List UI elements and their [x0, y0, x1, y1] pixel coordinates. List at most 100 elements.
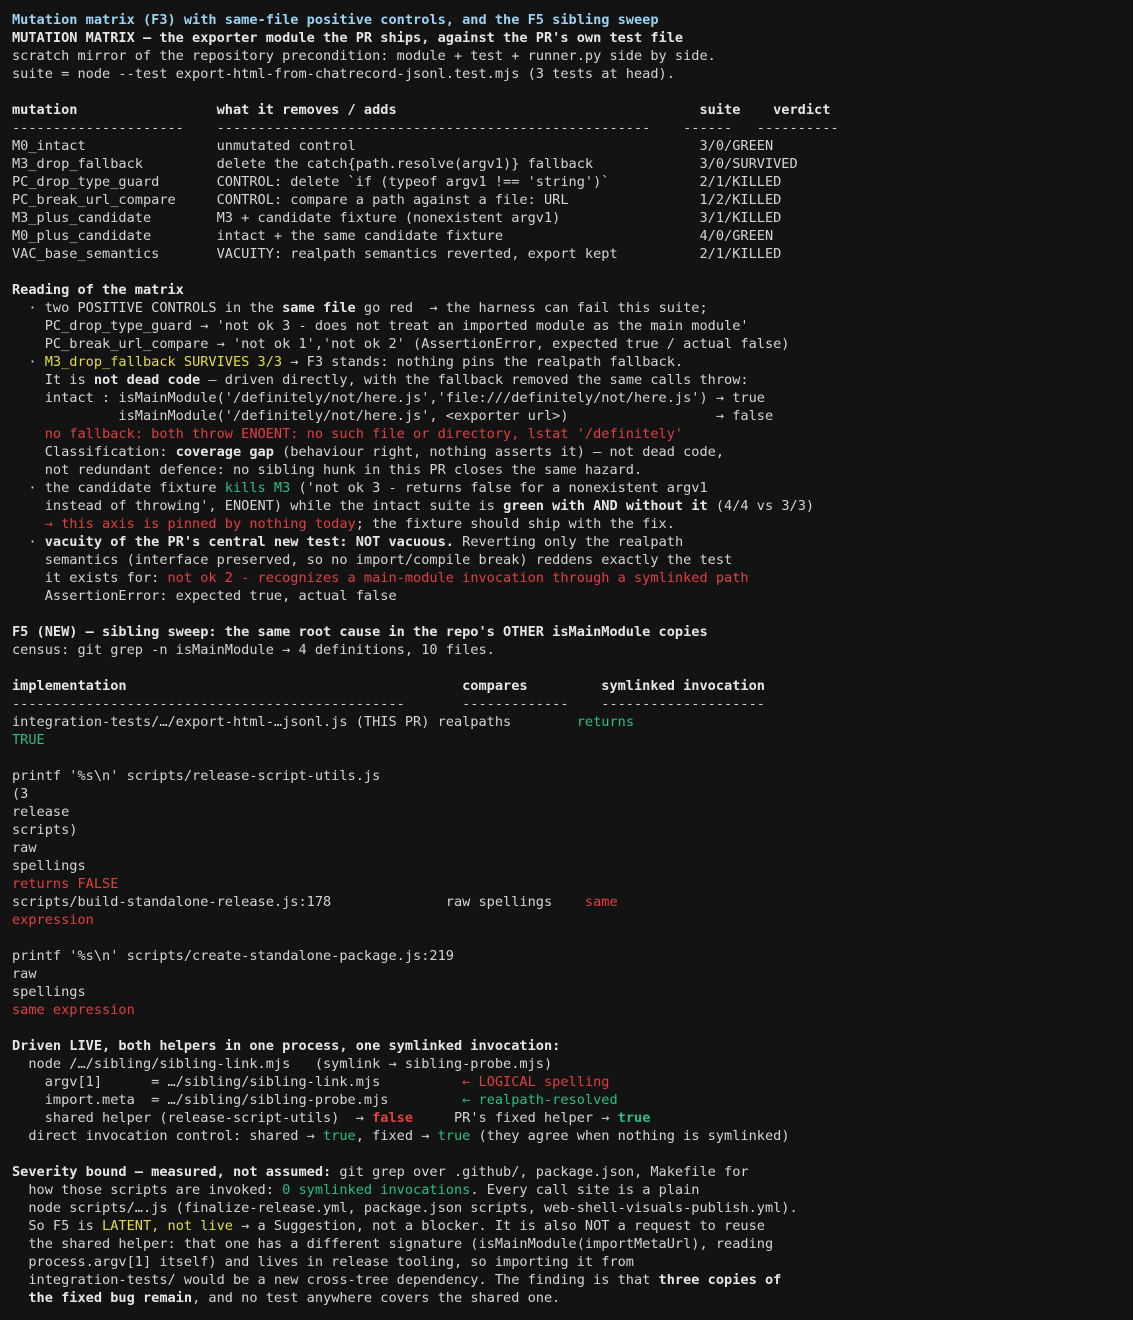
terminal-text: vacuity of the PR's central new test: NO…	[44, 534, 454, 550]
terminal-line: spellings	[12, 857, 1133, 875]
terminal-text: , fixed →	[355, 1128, 438, 1144]
terminal-text: not ok 2 - recognizes a main-module invo…	[167, 570, 749, 586]
terminal-text: printf '%s\n' scripts/release-script-uti…	[12, 768, 381, 784]
terminal-text: LATENT, not live	[102, 1218, 233, 1234]
terminal-text: scripts/build-standalone-release.js:178 …	[12, 894, 585, 910]
terminal-line: process.argv[1] itself) and lives in rel…	[12, 1253, 1133, 1271]
terminal-text: ----------------------------------------…	[12, 696, 765, 712]
terminal-text: git grep over .github/, package.json, Ma…	[331, 1164, 749, 1180]
terminal-line: implementation compares symlinked invoca…	[12, 677, 1133, 695]
terminal-text: Reverting only the realpath	[453, 534, 684, 550]
terminal-line: M0_intact unmutated control 3/0/GREEN	[12, 137, 1133, 155]
terminal-text: argv[1] = …/sibling/sibling-link.mjs	[12, 1074, 463, 1090]
terminal-text: false	[372, 1110, 414, 1126]
terminal-line: same expression	[12, 1001, 1133, 1019]
terminal-text: ; the fixture should ship with the fix.	[355, 516, 675, 532]
terminal-text: not redundant defence: no sibling hunk i…	[12, 462, 643, 478]
terminal-text: --------------------- ------------------…	[12, 120, 839, 136]
terminal-text: scratch mirror of the repository precond…	[12, 48, 716, 64]
terminal-text: (4/4 vs 3/3)	[707, 498, 815, 514]
terminal-line: AssertionError: expected true, actual fa…	[12, 587, 1133, 605]
terminal-text: true	[323, 1128, 356, 1144]
terminal-text: intact : isMainModule('/definitely/not/h…	[12, 390, 765, 406]
terminal-text: · two POSITIVE CONTROLS in the	[12, 300, 283, 316]
terminal-line: --------------------- ------------------…	[12, 119, 1133, 137]
terminal-line: no fallback: both throw ENOENT: no such …	[12, 425, 1133, 443]
terminal-line: suite = node --test export-html-from-cha…	[12, 65, 1133, 83]
terminal-line: instead of throwing', ENOENT) while the …	[12, 497, 1133, 515]
terminal-text: M3_drop_fallback delete the catch{path.r…	[12, 156, 798, 172]
terminal-line: semantics (interface preserved, so no im…	[12, 551, 1133, 569]
terminal-text: semantics (interface preserved, so no im…	[12, 552, 733, 568]
terminal-line: Severity bound — measured, not assumed: …	[12, 1163, 1133, 1181]
terminal-line: (3	[12, 785, 1133, 803]
terminal-text: true	[437, 1128, 471, 1144]
terminal-line: node scripts/….js (finalize-release.yml,…	[12, 1199, 1133, 1217]
terminal-text: PC_drop_type_guard CONTROL: delete `if (…	[12, 174, 782, 190]
terminal-text: node /…/sibling/sibling-link.mjs (symlin…	[12, 1056, 553, 1072]
terminal-text: true	[617, 1110, 651, 1126]
terminal-text: the shared helper: that one has a differ…	[12, 1236, 774, 1252]
terminal-text: no fallback: both throw ENOENT: no such …	[12, 426, 684, 442]
terminal-text: spellings	[12, 858, 86, 874]
terminal-text: the fixed bug remain	[12, 1290, 193, 1306]
terminal-line: scratch mirror of the repository precond…	[12, 47, 1133, 65]
terminal-text: TRUE	[12, 732, 45, 748]
terminal-text: go red → the harness can fail this suite…	[355, 300, 708, 316]
terminal-text: (3	[12, 786, 29, 802]
terminal-text: VAC_base_semantics VACUITY: realpath sem…	[12, 246, 782, 262]
terminal-text: not dead code	[93, 372, 201, 388]
terminal-text: (they agree when nothing is symlinked)	[470, 1128, 790, 1144]
terminal-text: F5 (NEW) — sibling sweep: the same root …	[12, 624, 708, 640]
terminal-line: returns FALSE	[12, 875, 1133, 893]
terminal-line: raw	[12, 965, 1133, 983]
terminal-text: ·	[12, 534, 45, 550]
terminal-text: implementation compares symlinked invoca…	[12, 678, 765, 694]
terminal-text: suite = node --test export-html-from-cha…	[12, 66, 675, 82]
terminal-text: how those scripts are invoked:	[12, 1182, 283, 1198]
terminal-text: same	[584, 894, 618, 910]
terminal-line: MUTATION MATRIX — the exporter module th…	[12, 29, 1133, 47]
terminal-line: M3_drop_fallback delete the catch{path.r…	[12, 155, 1133, 173]
terminal-text: Mutation matrix (F3) with same-file posi…	[12, 12, 659, 28]
terminal-line: it exists for: not ok 2 - recognizes a m…	[12, 569, 1133, 587]
terminal-text: → this axis is pinned by nothing today	[12, 516, 356, 532]
terminal-text: Severity bound — measured, not assumed:	[12, 1164, 332, 1180]
terminal-line: scripts)	[12, 821, 1133, 839]
terminal-line: PC_break_url_compare → 'not ok 1','not o…	[12, 335, 1133, 353]
terminal-line: PC_drop_type_guard → 'not ok 3 - does no…	[12, 317, 1133, 335]
terminal-text: green with AND without it	[503, 498, 708, 514]
terminal-line: direct invocation control: shared → true…	[12, 1127, 1133, 1145]
terminal-line: isMainModule('/definitely/not/here.js', …	[12, 407, 1133, 425]
terminal-line: So F5 is LATENT, not live → a Suggestion…	[12, 1217, 1133, 1235]
terminal-text: release	[12, 804, 70, 820]
terminal-line: shared helper (release-script-utils) → f…	[12, 1109, 1133, 1127]
terminal-line: · the candidate fixture kills M3 ('not o…	[12, 479, 1133, 497]
terminal-line: VAC_base_semantics VACUITY: realpath sem…	[12, 245, 1133, 263]
terminal-text: integration-tests/…/export-html-…jsonl.j…	[12, 714, 577, 730]
terminal-line: intact : isMainModule('/definitely/not/h…	[12, 389, 1133, 407]
terminal-text: isMainModule('/definitely/not/here.js', …	[12, 408, 774, 424]
terminal-text: It is	[12, 372, 94, 388]
terminal-line: raw	[12, 839, 1133, 857]
terminal-line: M3_plus_candidate M3 + candidate fixture…	[12, 209, 1133, 227]
terminal-line: integration-tests/ would be a new cross-…	[12, 1271, 1133, 1289]
terminal-text: 0 symlinked invocations	[282, 1182, 471, 1198]
terminal-text: — driven directly, with the fallback rem…	[200, 372, 749, 388]
terminal-line: census: git grep -n isMainModule → 4 def…	[12, 641, 1133, 659]
terminal-text: M0_intact unmutated control 3/0/GREEN	[12, 138, 774, 154]
terminal-text: ('not ok 3 - returns false for a nonexis…	[290, 480, 708, 496]
terminal-line: how those scripts are invoked: 0 symlink…	[12, 1181, 1133, 1199]
terminal-line: · vacuity of the PR's central new test: …	[12, 533, 1133, 551]
terminal-text: printf '%s\n' scripts/create-standalone-…	[12, 948, 454, 964]
terminal-text: node scripts/….js (finalize-release.yml,…	[12, 1200, 798, 1216]
terminal-text: Reading of the matrix	[12, 282, 184, 298]
terminal-text: process.argv[1] itself) and lives in rel…	[12, 1254, 634, 1270]
terminal-text: returns	[576, 714, 635, 730]
terminal-text: Driven LIVE, both helpers in one process…	[12, 1038, 561, 1054]
terminal-text: → a Suggestion, not a blocker. It is als…	[232, 1218, 765, 1234]
